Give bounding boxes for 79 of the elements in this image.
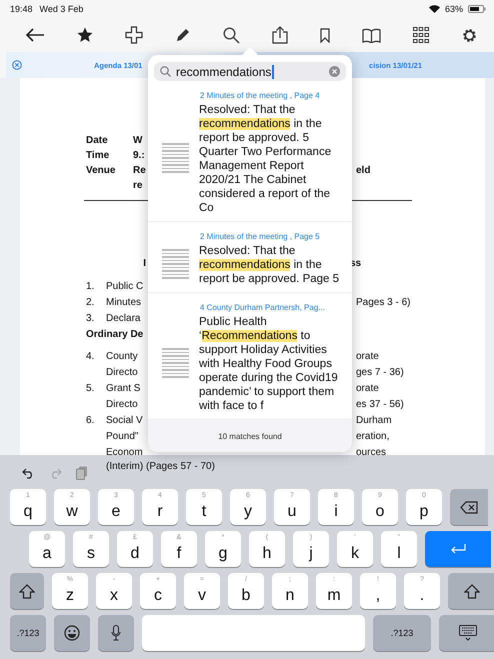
agenda-item-text: es 37 - 56) (356, 398, 404, 411)
search-field[interactable]: recommendations (154, 62, 346, 81)
shift-icon (19, 584, 35, 598)
agenda-item-text: Public C (106, 280, 144, 293)
search-icon[interactable] (223, 26, 240, 44)
battery-percent: 63% (444, 4, 463, 14)
wifi-icon (428, 5, 440, 13)
result-source: 2 Minutes of the meeting , Page 5 (199, 232, 321, 241)
grid-icon[interactable] (413, 27, 429, 43)
result-snippet: Resolved: That the recommendations in the report be approved. 5 Quarter Two Performance Management Report 2020/21 The Cabinet considered a report of the Co (199, 103, 332, 215)
agenda-item-text: ges 7 - 36) (356, 366, 404, 379)
return-icon (450, 544, 466, 554)
result-snippet: Resolved: That the recommendations in the report be approved. Page 5 (199, 244, 340, 286)
item-number: 5. (86, 383, 94, 394)
agenda-item-text: eration, (356, 430, 390, 443)
agenda-item-text: orate (356, 350, 379, 363)
agenda-item-text: Social V (106, 414, 144, 427)
result-source: 4 County Durham Partnersh, Pag... (199, 303, 326, 312)
item-number: 4. (86, 351, 94, 362)
shift-icon (464, 584, 480, 598)
status-time: 19:48 (10, 4, 33, 14)
result-source: 2 Minutes of the meeting , Page 4 (199, 91, 321, 100)
battery-icon (468, 5, 486, 13)
agenda-item-text: Directo (106, 366, 139, 379)
microphone-key[interactable] (98, 615, 134, 651)
pencil-icon[interactable] (175, 27, 191, 43)
agenda-item-text: Econom (106, 446, 144, 459)
agenda-item-text: Pages 3 - 6) (356, 296, 410, 309)
item-number: 2. (86, 297, 94, 308)
shift-key[interactable] (448, 573, 494, 609)
keyboard-icon (458, 625, 476, 641)
search-result[interactable]: 2 Minutes of the meeting , Page 4 Resolved: That the recommendations in the report be approved. 5 Quarter Two Performance Management Report 2020/21 The Cabinet considered a report of the Co (148, 81, 352, 222)
close-icon[interactable] (12, 60, 22, 70)
back-arrow-icon[interactable] (25, 28, 45, 42)
backspace-key[interactable] (450, 489, 488, 525)
emoji-key[interactable] (54, 615, 90, 651)
share-icon[interactable] (272, 26, 288, 44)
star-icon[interactable] (77, 27, 93, 43)
agenda-item-text: County (106, 350, 139, 363)
bookmark-icon[interactable] (320, 28, 330, 42)
search-icon (160, 66, 171, 77)
field-value: re (133, 179, 144, 192)
status-date: Wed 3 Feb (40, 4, 84, 14)
agenda-item-text: Minutes (106, 296, 142, 309)
emoji-icon (64, 625, 80, 641)
search-result[interactable]: 2 Minutes of the meeting , Page 5 Resolved: That the recommendations in the report be approved. Page 5 (148, 222, 352, 293)
field-value: Re (133, 164, 147, 177)
field-value: eld (356, 164, 370, 177)
item-number: 6. (86, 415, 94, 426)
item-number: 1. (86, 281, 94, 292)
numbers-key[interactable]: .?123 (373, 615, 431, 651)
plus-icon[interactable] (125, 26, 143, 44)
agenda-item-text: Durham (356, 414, 392, 427)
field-label: Date (86, 135, 108, 146)
field-value: W (133, 134, 144, 147)
numbers-key[interactable]: .?123 (10, 615, 46, 651)
agenda-item-text: Grant S (106, 382, 142, 395)
agenda-item-text: Pound" (106, 430, 140, 443)
agenda-item-text: orate (356, 382, 379, 395)
book-icon[interactable] (362, 28, 381, 42)
hide-keyboard-key[interactable] (439, 615, 494, 651)
microphone-icon (111, 625, 121, 641)
backspace-icon (460, 500, 478, 514)
undo-icon[interactable] (22, 468, 35, 478)
section-heading: Ordinary De (86, 328, 144, 341)
field-label: Time (86, 150, 110, 161)
shift-key[interactable] (10, 573, 44, 609)
agenda-item-text: Declara (106, 312, 142, 325)
result-snippet: Public Health ‘Recommendations to support Holiday Activities with Healthy Food Groups operate during the Covid19 pandemic’ to support them with face to f (199, 315, 339, 413)
field-label: Venue (86, 165, 116, 176)
agenda-item-text: (Interim) (Pages 57 - 70) (106, 461, 216, 472)
agenda-item-text: ources (356, 446, 386, 459)
settings-icon[interactable] (461, 26, 478, 44)
heading-text: I (142, 258, 146, 271)
field-value: 9.: (133, 149, 146, 162)
clear-icon[interactable] (329, 66, 340, 77)
item-number: 3. (86, 313, 94, 324)
agenda-item-text: Directo (106, 398, 139, 411)
match-count: 10 matches found (218, 432, 282, 440)
